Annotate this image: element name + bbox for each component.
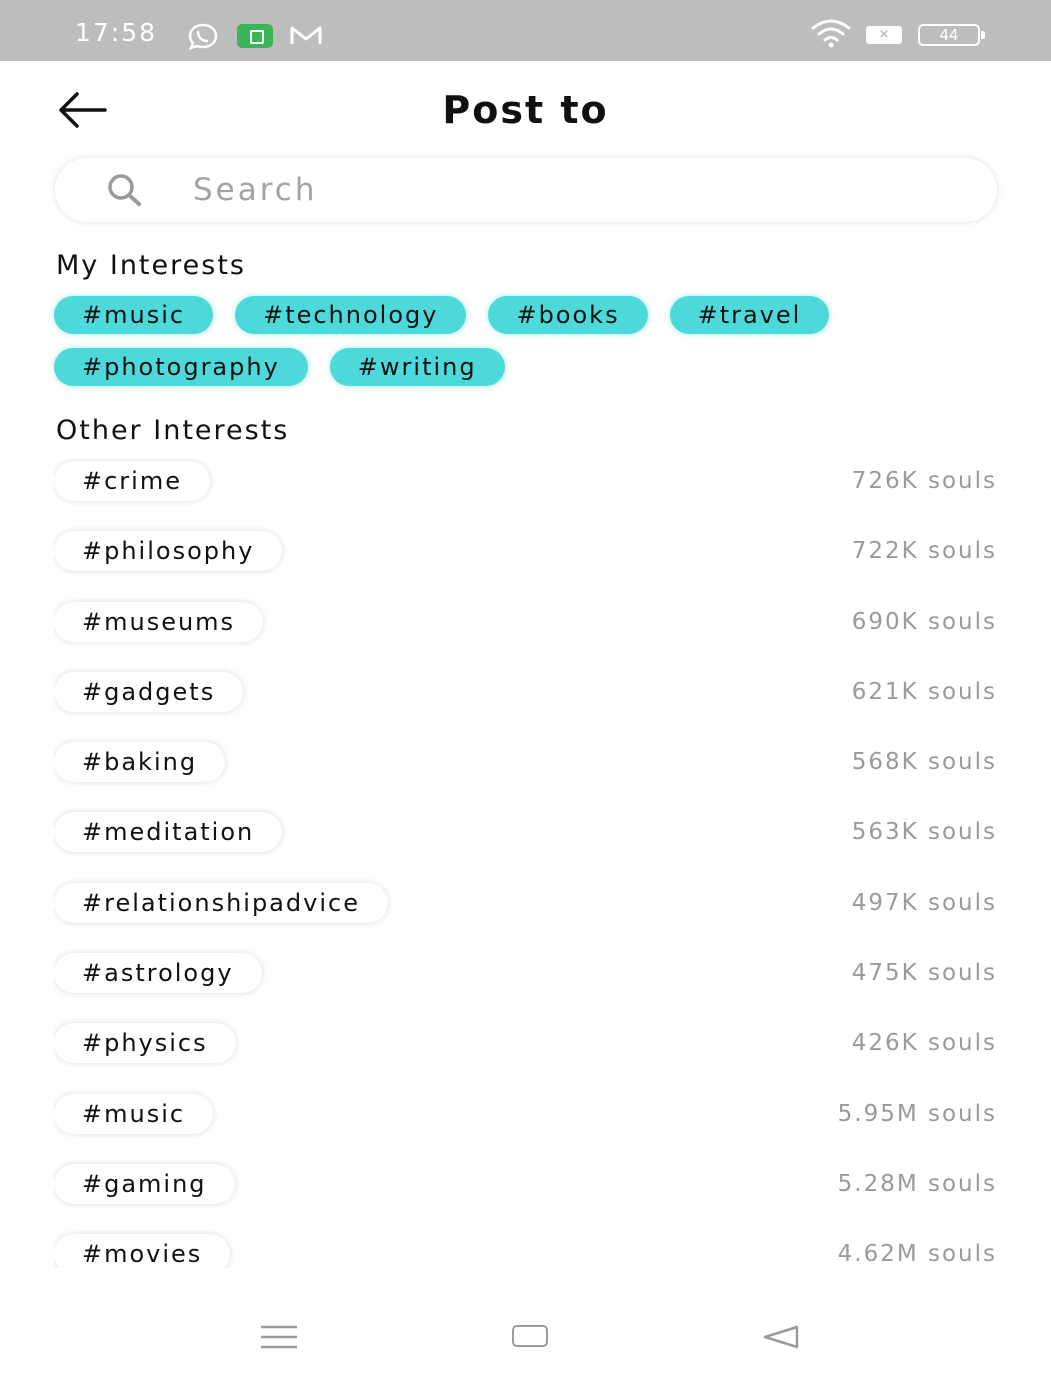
interest-tag[interactable]: #astrology: [54, 953, 262, 994]
search-input[interactable]: [193, 166, 953, 214]
interest-chip-photography[interactable]: #photography: [54, 348, 308, 386]
interest-tag[interactable]: #physics: [54, 1023, 236, 1064]
interest-tag[interactable]: #museums: [54, 601, 264, 642]
souls-count: 497K souls: [851, 889, 997, 916]
my-interests-chips: #music #technology #books #travel #photo…: [54, 296, 1004, 400]
other-interests-title: Other Interests: [56, 415, 290, 446]
list-item[interactable]: #astrology 475K souls: [54, 950, 997, 1020]
whatsapp-icon: [188, 23, 218, 50]
interest-tag[interactable]: #meditation: [54, 812, 283, 853]
list-item[interactable]: #gadgets 621K souls: [54, 669, 997, 739]
chip-row: #music #technology #books #travel: [54, 296, 1004, 334]
search-box[interactable]: [55, 158, 997, 222]
back-triangle-icon[interactable]: [762, 1324, 800, 1350]
interest-tag[interactable]: #movies: [54, 1234, 231, 1268]
page-title: Post to: [442, 88, 609, 132]
list-item[interactable]: #movies 4.62M souls: [54, 1231, 997, 1268]
interest-tag[interactable]: #baking: [54, 742, 226, 783]
search-icon: [108, 174, 141, 206]
interest-tag[interactable]: #philosophy: [54, 531, 283, 572]
list-item[interactable]: #meditation 563K souls: [54, 809, 997, 879]
interest-chip-music[interactable]: #music: [54, 296, 214, 334]
list-item[interactable]: #crime 726K souls: [54, 458, 997, 528]
souls-count: 5.28M souls: [837, 1170, 997, 1197]
interest-chip-travel[interactable]: #travel: [669, 296, 830, 334]
list-item[interactable]: #baking 568K souls: [54, 739, 997, 809]
interest-tag[interactable]: #relationshipadvice: [54, 882, 388, 923]
souls-count: 690K souls: [851, 608, 997, 635]
souls-count: 4.62M souls: [837, 1241, 997, 1268]
interest-tag[interactable]: #music: [54, 1093, 214, 1134]
list-item[interactable]: #physics 426K souls: [54, 1020, 997, 1090]
souls-count: 475K souls: [851, 960, 997, 987]
souls-count: 722K souls: [851, 538, 997, 565]
list-item[interactable]: #music 5.95M souls: [54, 1091, 997, 1161]
app-notification-icon: [237, 24, 273, 48]
wifi-icon: [811, 19, 851, 48]
interest-chip-books[interactable]: #books: [488, 296, 648, 334]
list-item[interactable]: #gaming 5.28M souls: [54, 1161, 997, 1231]
interest-chip-technology[interactable]: #technology: [235, 296, 467, 334]
interest-tag[interactable]: #gaming: [54, 1163, 235, 1204]
souls-count: 621K souls: [851, 678, 997, 705]
souls-count: 726K souls: [851, 468, 997, 494]
chip-row: #photography #writing: [54, 348, 1004, 386]
other-interests-list: #crime 726K souls #philosophy 722K souls…: [54, 458, 997, 1268]
sim-icon: ×: [866, 26, 902, 44]
souls-count: 568K souls: [851, 749, 997, 776]
souls-count: 5.95M souls: [837, 1100, 997, 1127]
home-icon[interactable]: [512, 1325, 548, 1347]
my-interests-title: My Interests: [56, 250, 246, 281]
status-time: 17:58: [75, 18, 158, 47]
menu-icon[interactable]: [260, 1324, 298, 1350]
status-bar: 17:58 × 44: [0, 0, 1051, 61]
interest-chip-writing[interactable]: #writing: [329, 348, 505, 386]
system-nav-bar: [0, 1268, 1051, 1375]
list-item[interactable]: #relationshipadvice 497K souls: [54, 880, 997, 950]
battery-icon: 44: [918, 24, 985, 46]
interest-tag[interactable]: #gadgets: [54, 671, 244, 712]
souls-count: 426K souls: [851, 1030, 997, 1057]
gmail-icon: [290, 26, 322, 44]
list-item[interactable]: #museums 690K souls: [54, 599, 997, 669]
list-item[interactable]: #philosophy 722K souls: [54, 528, 997, 598]
souls-count: 563K souls: [851, 819, 997, 846]
interest-tag[interactable]: #crime: [54, 461, 210, 501]
